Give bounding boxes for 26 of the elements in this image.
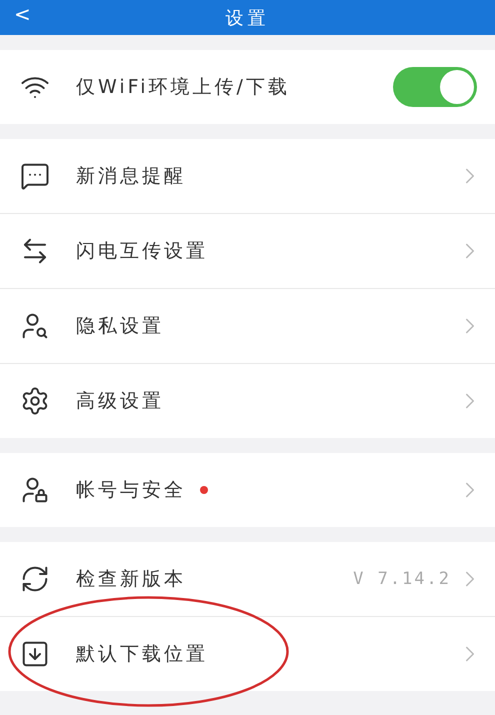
row-label: 默认下载位置 xyxy=(76,642,208,667)
settings-row[interactable]: 帐号与安全 xyxy=(0,453,495,527)
download-icon xyxy=(20,639,50,669)
row-label: 高级设置 xyxy=(76,389,164,414)
refresh-icon xyxy=(20,564,50,594)
row-label: 帐号与安全 xyxy=(76,478,186,503)
settings-row[interactable]: 高级设置 xyxy=(0,363,495,438)
settings-row[interactable]: 新消息提醒 xyxy=(0,139,495,213)
row-label: 检查新版本 xyxy=(76,567,186,592)
row-label: 仅WiFi环境上传/下载 xyxy=(76,75,290,100)
row-label: 隐私设置 xyxy=(76,314,164,339)
row-label: 闪电互传设置 xyxy=(76,239,208,264)
settings-row[interactable]: 闪电互传设置 xyxy=(0,213,495,288)
toggle-switch[interactable] xyxy=(393,67,477,107)
settings-row[interactable]: 默认下载位置 xyxy=(0,616,495,691)
settings-row[interactable]: 隐私设置 xyxy=(0,288,495,363)
version-text: V 7.14.2 xyxy=(353,569,451,589)
settings-row[interactable]: 检查新版本 V 7.14.2 xyxy=(0,542,495,616)
person-search-icon xyxy=(20,311,50,341)
back-button[interactable]: < xyxy=(14,2,31,26)
row-label: 新消息提醒 xyxy=(76,164,186,189)
page-title: 设置 xyxy=(226,6,270,30)
settings-row[interactable]: 仅WiFi环境上传/下载 xyxy=(0,50,495,124)
settings-icon xyxy=(20,386,50,416)
person-lock-icon xyxy=(20,475,50,505)
chat-icon xyxy=(20,161,50,191)
